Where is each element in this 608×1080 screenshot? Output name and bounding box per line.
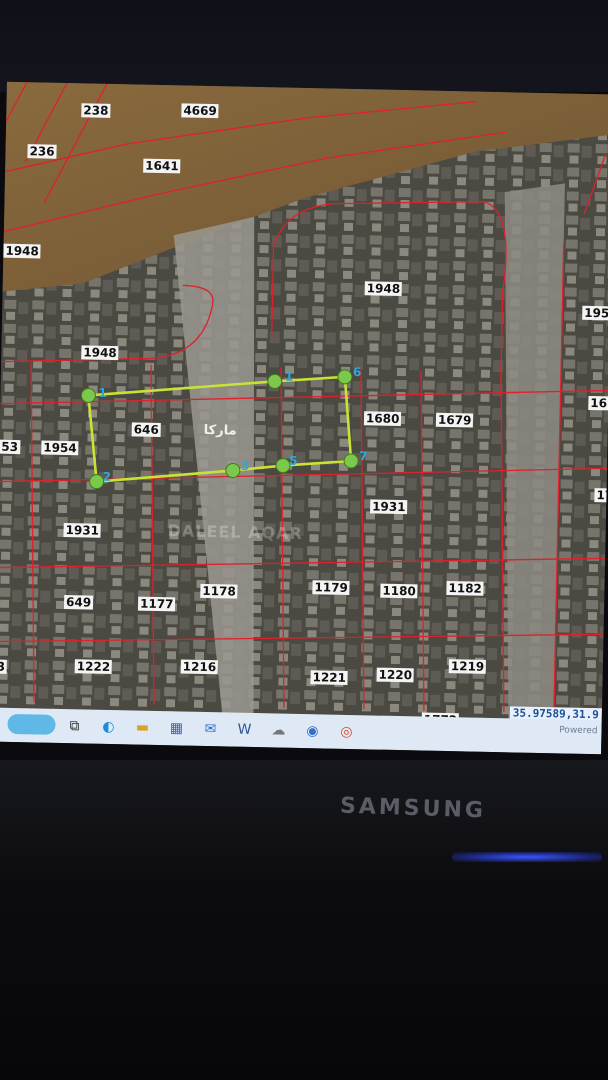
parcel-label: 236	[27, 144, 57, 159]
parcel-label: 238	[81, 103, 111, 118]
district-label: ماركا	[203, 422, 237, 439]
edge-icon[interactable]: ◐	[95, 714, 122, 741]
chrome-icon[interactable]: ◎	[333, 719, 360, 746]
watermark-text: DALEEL AQAR	[167, 521, 303, 543]
parcel-label: 1931	[63, 522, 102, 538]
parcel-label: 1641	[143, 158, 181, 174]
search-button[interactable]	[7, 713, 56, 735]
parcel-label: 1177	[137, 596, 176, 612]
power-led	[452, 852, 602, 862]
powered-text: Powered	[559, 725, 598, 737]
parcel-label: 17	[594, 488, 608, 503]
samsung-logo: SAMSUNG	[339, 793, 487, 824]
monitor-bezel-top	[0, 0, 608, 92]
parcel-label: 1948	[364, 281, 403, 297]
vertex-label: 2	[102, 469, 112, 484]
parcel-label: 1180	[380, 583, 418, 599]
parcel-label: 1220	[376, 667, 415, 683]
parcel-label: 53	[0, 439, 21, 455]
vertex-label: 1	[284, 369, 294, 384]
monitor-bezel-bottom	[0, 760, 608, 1080]
gis-app-icon[interactable]: ◉	[299, 718, 326, 745]
word-icon[interactable]: W	[231, 717, 258, 744]
parcel-label: 1680	[363, 411, 402, 427]
satellite-map[interactable]	[0, 81, 608, 735]
parcel-label: 1219	[448, 659, 487, 674]
parcel-label: 4669	[181, 103, 219, 119]
parcel-label: 1182	[446, 581, 485, 596]
parcel-label: 1679	[435, 412, 474, 428]
vertex-label: 3	[240, 458, 250, 473]
parcel-label: 649	[63, 595, 94, 610]
cloud-icon[interactable]: ☁	[265, 717, 292, 744]
parcel-label: 1222	[74, 659, 113, 675]
monitor-screen: 238 4669 236 1641 1948 1948 1948 195 646 1680 1679…	[0, 81, 608, 755]
mail-icon[interactable]: ✉	[197, 716, 224, 743]
task-view-icon[interactable]: ⧉	[61, 713, 88, 740]
vertex-label: 1	[98, 385, 107, 400]
store-icon[interactable]: ▦	[163, 715, 190, 742]
parcel-label: 195	[582, 305, 608, 321]
file-explorer-icon[interactable]: ▬	[129, 714, 156, 741]
parcel-label: 1954	[41, 440, 79, 456]
taskbar-apps: ⧉ ◐ ▬ ▦ ✉ W ☁ ◉ ◎	[0, 712, 368, 746]
vertex-label: 6	[352, 365, 362, 380]
parcel-label: 1948	[3, 243, 41, 259]
parcel-label: 3	[0, 659, 8, 674]
vertex-label: 5	[288, 453, 298, 468]
parcel-label: 1931	[370, 499, 408, 515]
parcel-label: 646	[131, 422, 161, 438]
vertex-label: 7	[359, 449, 368, 464]
parcel-label: 16	[588, 395, 608, 411]
parcel-label: 1216	[180, 659, 219, 675]
parcel-label: 1221	[310, 670, 349, 685]
parcel-label: 1178	[200, 583, 238, 599]
parcel-label: 1179	[312, 580, 351, 595]
parcel-label: 1948	[81, 345, 119, 361]
